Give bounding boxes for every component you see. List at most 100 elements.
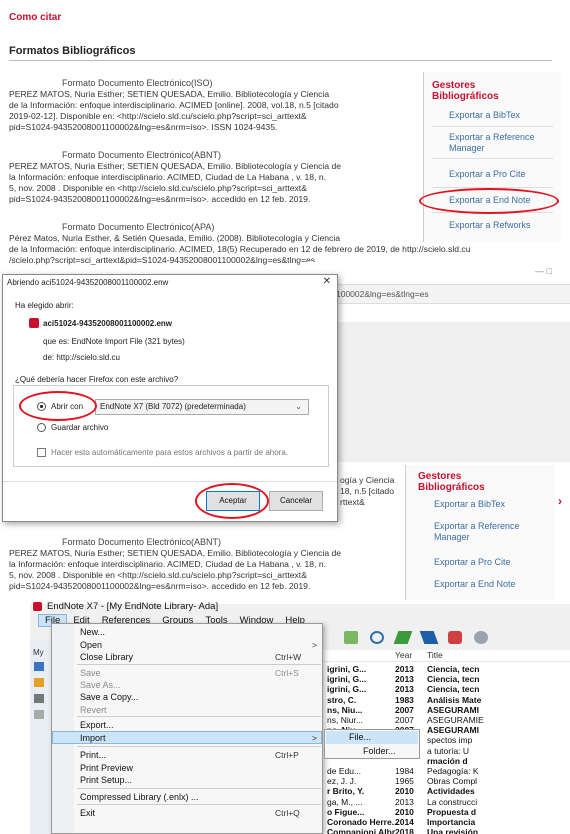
table-row[interactable]: ga, M., ... 2013 La construcci xyxy=(323,797,570,807)
file-type: que es: EndNote Import File (321 bytes) xyxy=(43,337,185,346)
author-cell: ga, M., ... xyxy=(327,796,363,807)
file-name: aci51024-94352008001100002.enw xyxy=(43,319,173,328)
auto-checkbox[interactable] xyxy=(37,448,46,457)
close-icon[interactable]: ✕ xyxy=(323,276,331,287)
table-row[interactable]: Coronado Herre... 2014 Importancia xyxy=(323,817,570,827)
table-row[interactable]: ez, J. J. 1965 Obras Compl xyxy=(323,776,570,786)
citation-line: pid=S1024-94352008001100002&lng=es&nrm=i… xyxy=(9,122,278,132)
divider xyxy=(432,158,553,159)
menu-item-save[interactable]: Save xyxy=(80,668,101,678)
import-submenu: File... Folder... xyxy=(324,729,420,759)
link-line: Manager xyxy=(434,532,470,542)
endnote-file-icon xyxy=(29,318,39,328)
table-row[interactable]: igrini, G... 2013 Ciencia, tecn xyxy=(323,684,570,694)
title-cell: Pedagogía: K xyxy=(427,766,479,776)
link-line: Exportar a Reference xyxy=(449,132,535,142)
endnote-logo-icon xyxy=(33,602,42,611)
citation-line: PEREZ MATOS, Nuria Esther; SETIEN QUESAD… xyxy=(9,89,330,99)
highlight-oval xyxy=(195,483,269,519)
year-cell: 1965 xyxy=(395,776,414,787)
background-window xyxy=(338,322,570,462)
menu-shortcut: Ctrl+Q xyxy=(275,808,300,818)
menu-item-close-library[interactable]: Close Library xyxy=(80,652,133,662)
title-cell: Obras Compl xyxy=(427,776,478,787)
export-reference-manager-link[interactable]: Exportar a Reference Manager xyxy=(434,521,520,543)
table-row[interactable]: ns, Niu... 2007 ASEGURAMI xyxy=(323,705,570,715)
trash-icon[interactable] xyxy=(34,694,44,703)
como-citar-link[interactable]: Como citar xyxy=(9,12,61,23)
folder-icon[interactable] xyxy=(34,678,44,687)
author-cell: de Edu... xyxy=(327,766,362,776)
menu-item-print[interactable]: Print... xyxy=(80,750,106,760)
group-icon[interactable] xyxy=(34,710,44,719)
menu-separator xyxy=(77,716,321,717)
menu-shortcut: Ctrl+S xyxy=(275,668,299,678)
menu-item-import[interactable]: Import xyxy=(80,733,106,743)
title-cell: ASEGURAMI xyxy=(427,704,479,715)
format-title-iso: Formato Documento Electrónico(ISO) xyxy=(62,78,213,88)
export-bibtex-link[interactable]: Exportar a BibTex xyxy=(449,110,520,121)
table-row[interactable]: ns, Niur... 2007 ASEGURAMIE xyxy=(323,715,570,725)
menu-separator xyxy=(77,746,321,747)
gestores-title-line: Bibliográficos xyxy=(432,91,499,102)
url-text: 100002&lng=es&tlng=es xyxy=(336,289,429,299)
open-with-select[interactable]: EndNote X7 (Bld 7072) (predeterminada) ⌄ xyxy=(95,399,309,415)
table-row[interactable]: stro, C. 1983 Análisis Mate xyxy=(323,695,570,705)
menu-item-new[interactable]: New... xyxy=(80,627,105,637)
menu-item-exit[interactable]: Exit xyxy=(80,808,95,818)
menu-item-print-setup[interactable]: Print Setup... xyxy=(80,775,132,785)
citation-line: de la Información: enfoque interdiscipli… xyxy=(9,244,471,254)
table-row[interactable]: r Brito, Y. 2010 Actividades xyxy=(323,786,570,796)
year-cell: 1984 xyxy=(395,766,414,776)
menu-item-open[interactable]: Open xyxy=(80,640,102,650)
divider xyxy=(3,481,337,482)
citation-line: 5, nov. 2008 . Disponible en <http://sci… xyxy=(9,570,307,580)
author-cell: igrini, G... xyxy=(327,684,367,695)
year-cell: 2007 xyxy=(395,704,414,715)
menu-separator xyxy=(77,664,321,665)
import-folder-item[interactable]: Folder... xyxy=(363,746,396,756)
divider xyxy=(432,126,553,127)
menu-item-save-a-copy[interactable]: Save a Copy... xyxy=(80,692,138,702)
year-cell: 1983 xyxy=(395,694,414,705)
browser-window-strip: — □ 100002&lng=es&tlng=es xyxy=(300,262,570,320)
library-icon[interactable] xyxy=(34,662,44,671)
cancel-button[interactable]: Cancelar xyxy=(269,491,323,511)
file-source: de: http://scielo.sld.cu xyxy=(43,353,120,362)
format-title-abnt: Formato Documento Electrónico(ABNT) xyxy=(62,537,222,547)
export-refworks-link[interactable]: Exportar a Refworks xyxy=(449,220,531,231)
chevron-right-icon[interactable]: › xyxy=(558,494,562,508)
section-title: Formatos Bibliográficos xyxy=(9,45,136,57)
auto-label: Hacer esto automáticamente para estos ar… xyxy=(51,448,289,457)
export-procite-link[interactable]: Exportar a Pro Cite xyxy=(434,557,511,568)
citation-line: pid=S1024-94352008001100002&lng=es&nrm=i… xyxy=(9,581,311,591)
export-bibtex-link[interactable]: Exportar a BibTex xyxy=(434,499,505,510)
citation-line: pid=S1024-94352008001100002&lng=es&nrm=i… xyxy=(9,194,311,204)
menu-item-revert[interactable]: Revert xyxy=(80,705,107,715)
url-bar[interactable]: 100002&lng=es&tlng=es xyxy=(300,284,570,304)
author-cell: r Brito, Y. xyxy=(327,786,365,797)
endnote-title: EndNote X7 - [My EndNote Library- Ada] xyxy=(47,601,219,612)
table-row[interactable]: Companioni Albr... 2018 Una revisión xyxy=(323,827,570,834)
citation-line: de la Información: enfoque interdiscipli… xyxy=(9,100,339,110)
import-file-item[interactable]: File... xyxy=(349,732,371,742)
menu-item-export[interactable]: Export... xyxy=(80,720,114,730)
download-dialog: Abriendo aci51024-94352008001100002.enw … xyxy=(2,274,338,522)
citation-line: PEREZ MATOS, Nuria Esther; SETIEN QUESAD… xyxy=(9,161,342,171)
export-endnote-link[interactable]: Exportar a End Note xyxy=(434,579,516,590)
export-procite-link[interactable]: Exportar a Pro Cite xyxy=(449,169,526,180)
author-cell: ns, Niu... xyxy=(327,704,363,715)
save-file-label[interactable]: Guardar archivo xyxy=(51,423,108,432)
citation-iso: PEREZ MATOS, Nuria Esther; SETIEN QUESAD… xyxy=(9,89,404,133)
table-row[interactable]: de Edu... 1984 Pedagogía: K xyxy=(323,766,570,776)
save-file-radio[interactable] xyxy=(37,423,46,432)
author-cell: ns, Niur... xyxy=(327,715,363,725)
menu-item-compressed-library-enlx[interactable]: Compressed Library (.enlx) ... xyxy=(80,792,199,802)
link-line: Exportar a Reference xyxy=(434,521,520,531)
export-reference-manager-link[interactable]: Exportar a Reference Manager xyxy=(449,132,535,154)
menu-item-print-preview[interactable]: Print Preview xyxy=(80,763,133,773)
divider xyxy=(9,60,552,61)
menu-item-save-as[interactable]: Save As... xyxy=(80,680,121,690)
chevron-down-icon: ⌄ xyxy=(295,402,302,411)
year-cell: 2014 xyxy=(395,817,414,827)
